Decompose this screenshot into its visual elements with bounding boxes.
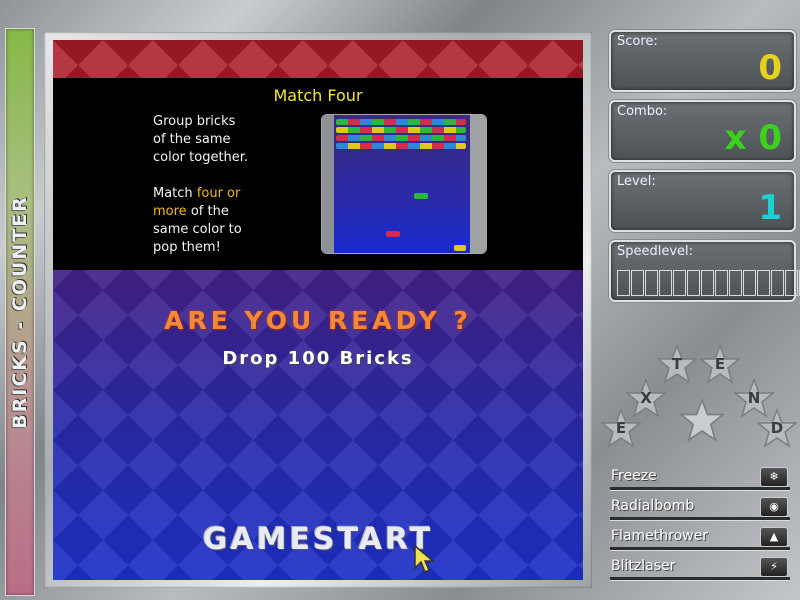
powerup-charge-bar — [610, 517, 790, 521]
tutorial-panel: Match Four Group bricks of the same colo… — [53, 78, 583, 270]
speedlevel-cell — [743, 270, 756, 296]
speedlevel-cell — [617, 270, 630, 296]
goal-text: Drop 100 Bricks — [222, 348, 414, 369]
speedlevel-cell — [701, 270, 714, 296]
speedlevel-cell — [785, 270, 798, 296]
tutorial-text-line: color together. — [153, 150, 249, 165]
tutorial-text-line: Group bricks — [153, 114, 236, 129]
level-label: Level: — [617, 174, 656, 189]
mouse-cursor-icon — [413, 544, 437, 574]
extend-letter: E — [615, 419, 627, 437]
level-value: 1 — [758, 188, 782, 228]
powerup-freeze: Freeze ❄ — [610, 465, 790, 491]
level-panel: Level: 1 — [609, 170, 796, 232]
powerup-charge-bar — [610, 547, 790, 551]
powerup-label: Blitzlaser — [611, 558, 676, 574]
combo-label: Combo: — [617, 104, 668, 119]
tutorial-title: Match Four — [273, 86, 363, 105]
snowflake-icon: ❄ — [760, 467, 788, 487]
speedlevel-cell — [757, 270, 770, 296]
speedlevel-cell — [673, 270, 686, 296]
tutorial-text: Match — [153, 186, 197, 201]
extend-letter: X — [640, 389, 652, 407]
powerup-charge-bar — [610, 487, 790, 491]
score-panel: Score: 0 — [609, 30, 796, 92]
gamestart-button[interactable]: GAMESTART — [53, 522, 583, 557]
speedlevel-cell — [645, 270, 658, 296]
side-title-bar: BRICKS - COUNTER — [5, 28, 35, 596]
top-band — [53, 40, 583, 78]
extend-star-5: D — [757, 408, 797, 448]
tutorial-text-line: pop them! — [153, 240, 221, 255]
speedlevel-label: Speedlevel: — [617, 244, 694, 259]
powerup-radialbomb: Radialbomb ◉ — [610, 495, 790, 521]
ready-prompt: ARE YOU READY ? — [164, 306, 472, 335]
speedlevel-cell — [687, 270, 700, 296]
playfield[interactable]: Match Four Group bricks of the same colo… — [53, 40, 583, 580]
tutorial-highlight: more — [153, 204, 187, 219]
tutorial-text-line: of the same — [153, 132, 231, 147]
powerup-label: Radialbomb — [611, 498, 695, 514]
speedlevel-cell — [715, 270, 728, 296]
tutorial-highlight: four or — [196, 186, 241, 201]
powerup-label: Flamethrower — [611, 528, 708, 544]
extend-star-1: X — [626, 378, 666, 418]
tutorial-text-line: same color to — [153, 222, 242, 237]
tutorial-text: of the — [186, 204, 229, 219]
bomb-icon: ◉ — [760, 497, 788, 517]
tutorial-preview-image — [321, 114, 487, 254]
combo-panel: Combo: x 0 — [609, 100, 796, 162]
score-value: 0 — [758, 48, 782, 88]
powerup-flamethrower: Flamethrower ▲ — [610, 525, 790, 551]
extend-letter: N — [747, 389, 761, 407]
extend-letter: E — [714, 355, 726, 373]
tutorial-text-line: more of the — [153, 203, 229, 221]
powerup-label: Freeze — [611, 468, 657, 484]
flame-icon: ▲ — [760, 527, 788, 547]
lightning-icon: ⚡ — [760, 557, 788, 577]
extend-letter: D — [770, 419, 784, 437]
speedlevel-meter — [617, 270, 800, 296]
score-label: Score: — [617, 34, 658, 49]
speedlevel-cell — [729, 270, 742, 296]
powerup-charge-bar — [610, 577, 790, 581]
extend-letter: T — [671, 355, 683, 373]
speedlevel-cell — [659, 270, 672, 296]
extend-star-2: T — [657, 344, 697, 384]
extend-center-star-icon — [680, 398, 724, 442]
speedlevel-panel: Speedlevel: — [609, 240, 800, 302]
speedlevel-cell — [631, 270, 644, 296]
game-mode-title: BRICKS - COUNTER — [9, 195, 31, 429]
speedlevel-cell — [771, 270, 784, 296]
tutorial-text-line: Match four or — [153, 185, 240, 203]
powerup-blitzlaser: Blitzlaser ⚡ — [610, 555, 790, 581]
combo-value: x 0 — [724, 118, 782, 158]
